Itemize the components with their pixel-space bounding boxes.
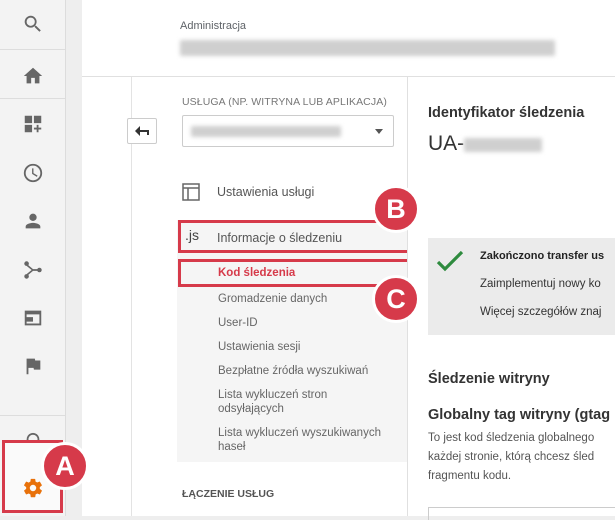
- search-icon[interactable]: [0, 0, 65, 47]
- desc-line1: To jest kod śledzenia globalnego: [428, 432, 595, 444]
- nav-data-collection[interactable]: Gromadzenie danych: [218, 292, 398, 306]
- tracking-id-prefix: UA-: [428, 132, 465, 155]
- desc-line2: każdej stronie, którą chcesz śled: [428, 451, 595, 463]
- breadcrumb: Administracja: [180, 20, 247, 32]
- tracking-code-box[interactable]: [428, 507, 615, 520]
- site-tracking-heading: Śledzenie witryny: [428, 371, 550, 387]
- desc-line3: fragmentu kodu.: [428, 470, 512, 482]
- property-name-redacted: [191, 126, 341, 137]
- notice-line1: Zaimplementuj nowy ko: [480, 278, 601, 290]
- admin-panel: Administracja USŁUGA (NP. WITRYNA LUB AP…: [82, 0, 615, 520]
- property-select[interactable]: [182, 115, 394, 147]
- nav-organic-sources[interactable]: Bezpłatne źródła wyszukiwań: [218, 364, 398, 378]
- nav-referral-exclusions[interactable]: Lista wykluczeń stron odsyłających: [218, 388, 348, 416]
- nav-property-settings[interactable]: Ustawienia usługi: [217, 185, 314, 199]
- arrow-back-icon: [135, 126, 149, 136]
- back-button[interactable]: [127, 118, 157, 144]
- annotation-badge-c: C: [372, 275, 420, 323]
- nav-rail: [0, 0, 66, 516]
- customization-icon[interactable]: [0, 100, 65, 147]
- admin-header: Administracja: [82, 0, 615, 77]
- tracking-id-redacted: [464, 138, 542, 152]
- property-label: USŁUGA (NP. WITRYNA LUB APLIKACJA): [182, 96, 387, 108]
- chevron-down-icon: [375, 129, 383, 134]
- realtime-clock-icon[interactable]: [0, 149, 65, 196]
- nav-user-id[interactable]: User-ID: [218, 316, 398, 330]
- global-tag-description: To jest kod śledzenia globalnego każdej …: [428, 429, 615, 486]
- home-icon[interactable]: [0, 52, 65, 99]
- account-name-redacted: [180, 40, 555, 56]
- tracking-id-title: Identyfikator śledzenia: [428, 105, 585, 121]
- nav-tracking-code[interactable]: Kod śledzenia: [218, 266, 398, 280]
- acquisition-icon[interactable]: [0, 246, 65, 293]
- behavior-icon[interactable]: [0, 294, 65, 341]
- nav-session-settings[interactable]: Ustawienia sesji: [218, 340, 398, 354]
- global-site-tag-heading: Globalny tag witryny (gtag: [428, 407, 611, 423]
- js-icon: .js: [185, 227, 199, 243]
- annotation-badge-b: B: [372, 185, 420, 233]
- property-settings-icon: [182, 183, 200, 201]
- admin-gear-icon: [23, 478, 42, 497]
- tracking-info-panel: Identyfikator śledzenia UA- Zakończono t…: [407, 77, 615, 520]
- checkmark-icon: [436, 250, 464, 272]
- notice-details-link[interactable]: Więcej szczegółów znaj: [480, 306, 601, 318]
- tracking-id-value: UA-: [428, 132, 464, 156]
- product-linking-heading: ŁĄCZENIE USŁUG: [182, 488, 275, 500]
- annotation-badge-a: A: [41, 442, 89, 490]
- notice-title: Zakończono transfer us: [480, 250, 605, 262]
- transfer-notice: Zakończono transfer us Zaimplementuj now…: [428, 238, 615, 335]
- nav-tracking-info[interactable]: Informacje o śledzeniu: [217, 231, 342, 245]
- audience-person-icon[interactable]: [0, 197, 65, 244]
- conversions-flag-icon[interactable]: [0, 342, 65, 389]
- nav-search-term-exclusions[interactable]: Lista wykluczeń wyszukiwanych haseł: [218, 426, 398, 454]
